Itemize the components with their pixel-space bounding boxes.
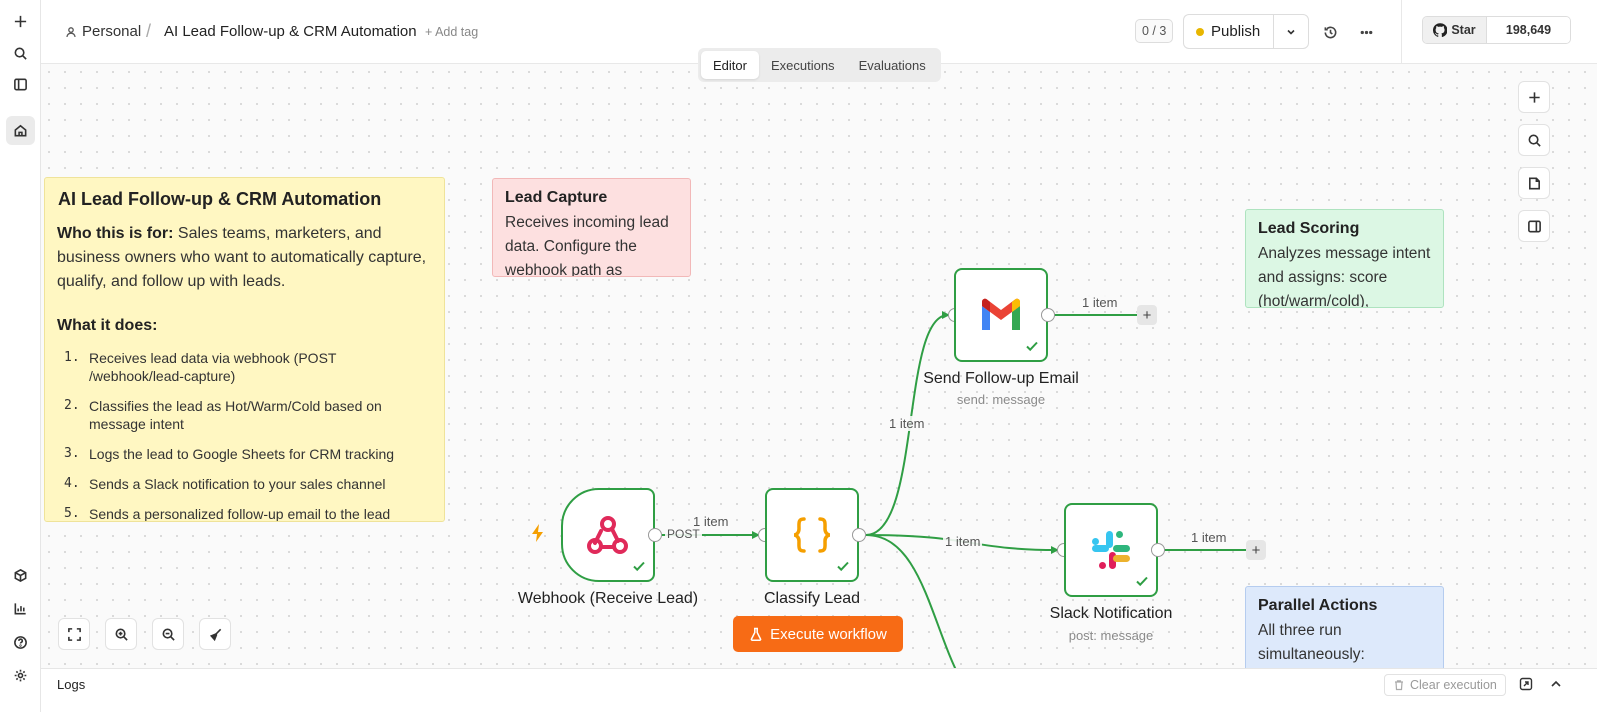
add-node-button[interactable] (1518, 81, 1550, 113)
breadcrumb-workspace[interactable]: Personal (65, 23, 141, 40)
webhook-output-handle[interactable] (648, 528, 662, 542)
zoom-in-icon (115, 628, 128, 641)
tab-evaluations[interactable]: Evaluations (847, 51, 938, 79)
person-icon (66, 26, 76, 37)
publish-status-dot (1196, 27, 1204, 36)
classify-lead-node-label: Classify Lead (763, 590, 861, 607)
insights-icon[interactable] (6, 594, 35, 623)
webhook-node[interactable] (561, 488, 655, 582)
sticky-note-icon (1528, 177, 1540, 189)
more-options-icon[interactable] (1354, 20, 1378, 44)
search-icon (1528, 134, 1541, 147)
publish-dropdown-button[interactable] (1273, 14, 1309, 49)
canvas-search-button[interactable] (1518, 124, 1550, 156)
fit-view-button[interactable] (58, 618, 90, 650)
webhook-output-label: POST (665, 527, 702, 541)
github-icon (1433, 23, 1448, 37)
slack-output-handle[interactable] (1151, 543, 1165, 557)
execute-workflow-button[interactable]: Execute workflow (733, 616, 903, 652)
help-icon[interactable] (6, 628, 35, 657)
view-tabs: Editor Executions Evaluations (698, 48, 941, 82)
logs-title: Logs (57, 677, 86, 692)
add-sticky-note-button[interactable] (1518, 167, 1550, 199)
slack-node-label: Slack Notification (1049, 605, 1173, 622)
edge-item-count-label: 1 item (1189, 530, 1229, 545)
header-divider (1401, 0, 1402, 64)
github-star-label: Star (1451, 23, 1476, 37)
broom-icon (209, 628, 221, 641)
success-check-icon (1026, 341, 1038, 352)
clear-execution-label: Clear execution (1410, 678, 1497, 692)
edge-item-count-label: 1 item (887, 416, 927, 431)
fit-view-icon (67, 627, 81, 641)
send-email-node-label: Send Follow-up Email (923, 370, 1079, 387)
classify-lead-node[interactable] (765, 488, 859, 582)
publish-label: Publish (1211, 23, 1261, 40)
tidy-up-button[interactable] (199, 618, 231, 650)
execute-workflow-label: Execute workflow (770, 625, 887, 643)
breadcrumb-separator: / (146, 21, 152, 41)
zoom-out-button[interactable] (152, 618, 184, 650)
templates-icon[interactable] (6, 561, 35, 590)
plus-icon (1528, 91, 1540, 103)
github-star-button[interactable]: Star 198,649 (1422, 16, 1571, 44)
webhook-node-label: Webhook (Receive Lead) (517, 590, 699, 607)
add-tag-button[interactable]: + Add tag (425, 25, 478, 39)
tab-executions[interactable]: Executions (759, 51, 847, 79)
add-node-after-slack-button[interactable]: + (1246, 540, 1266, 560)
code-braces-icon (793, 517, 831, 553)
left-rail (0, 0, 41, 712)
chevron-down-icon (1287, 29, 1295, 35)
slack-notification-node[interactable] (1064, 503, 1158, 597)
success-check-icon (633, 561, 645, 572)
connection-classify-sheets (865, 534, 962, 680)
edge-item-count-label: 1 item (943, 534, 983, 549)
settings-gear-icon[interactable] (6, 661, 35, 690)
setup-counter: 0 / 3 (1135, 19, 1174, 43)
classify-output-handle[interactable] (852, 528, 866, 542)
flask-icon (750, 627, 762, 641)
chevron-up-icon[interactable] (1549, 677, 1565, 693)
slack-node-subtitle: post: message (1068, 628, 1154, 643)
add-node-after-email-button[interactable]: + (1137, 305, 1157, 325)
edge-item-count-label: 1 item (691, 514, 731, 529)
trash-icon (1395, 680, 1403, 691)
send-email-node[interactable] (954, 268, 1048, 362)
add-icon[interactable] (6, 7, 35, 36)
history-icon[interactable] (1318, 20, 1342, 44)
webhook-icon (587, 516, 628, 554)
workspace-name: Personal (82, 23, 142, 40)
toggle-panel-button[interactable] (1518, 210, 1550, 242)
success-check-icon (837, 561, 849, 572)
search-icon[interactable] (6, 39, 35, 68)
email-output-handle[interactable] (1041, 308, 1055, 322)
send-email-node-subtitle: send: message (956, 392, 1046, 407)
open-logs-window-icon[interactable] (1519, 677, 1535, 693)
slack-icon (1092, 531, 1130, 569)
panel-right-icon (1527, 220, 1541, 232)
zoom-in-button[interactable] (105, 618, 137, 650)
workflow-title[interactable]: AI Lead Follow-up & CRM Automation (164, 23, 417, 40)
clear-execution-button[interactable]: Clear execution (1384, 674, 1506, 696)
github-star-count: 198,649 (1487, 17, 1570, 43)
edge-item-count-label: 1 item (1080, 295, 1120, 310)
publish-button[interactable]: Publish (1183, 14, 1273, 49)
tab-editor[interactable]: Editor (701, 51, 759, 79)
logs-panel-bar[interactable]: Logs Clear execution (41, 668, 1597, 712)
sidebar-toggle-icon[interactable] (6, 70, 35, 99)
connections-layer (662, 311, 1248, 680)
zoom-out-icon (162, 628, 175, 641)
gmail-icon (982, 298, 1020, 330)
trigger-bolt-icon (532, 524, 543, 542)
workflow-canvas[interactable]: AI Lead Follow-up & CRM Automation Who t… (41, 64, 1597, 680)
home-icon[interactable] (6, 116, 35, 145)
success-check-icon (1136, 576, 1148, 587)
